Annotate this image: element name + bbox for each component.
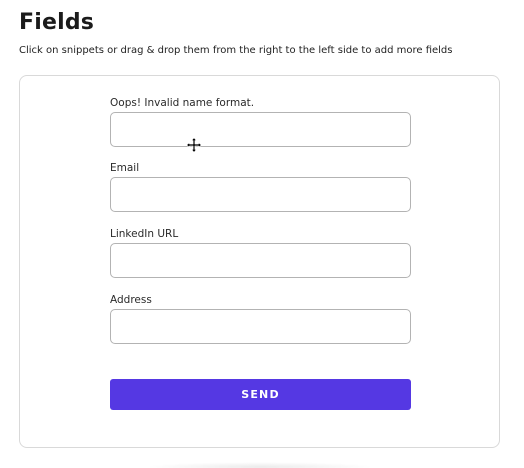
- address-input[interactable]: [110, 309, 411, 344]
- field-name-label: Oops! Invalid name format.: [110, 97, 255, 109]
- field-linkedin: LinkedIn URL: [110, 227, 411, 278]
- fields-editor: Fields Click on snippets or drag & drop …: [0, 0, 524, 468]
- field-name: Oops! Invalid name format.: [110, 96, 411, 147]
- bottom-shadow: [145, 462, 375, 468]
- field-linkedin-label: LinkedIn URL: [110, 228, 179, 240]
- name-input[interactable]: [110, 112, 411, 147]
- field-address-label: Address: [110, 294, 152, 306]
- move-cursor-icon: [186, 137, 202, 153]
- field-email-label: Email: [110, 162, 140, 174]
- field-email: Email: [110, 161, 411, 212]
- form-canvas[interactable]: Oops! Invalid name format. Email LinkedI…: [19, 75, 500, 448]
- email-input[interactable]: [110, 177, 411, 212]
- send-button[interactable]: SEND: [110, 379, 411, 410]
- linkedin-url-input[interactable]: [110, 243, 411, 278]
- page-subtitle: Click on snippets or drag & drop them fr…: [19, 45, 453, 56]
- page-title: Fields: [19, 10, 95, 35]
- field-address: Address: [110, 293, 411, 344]
